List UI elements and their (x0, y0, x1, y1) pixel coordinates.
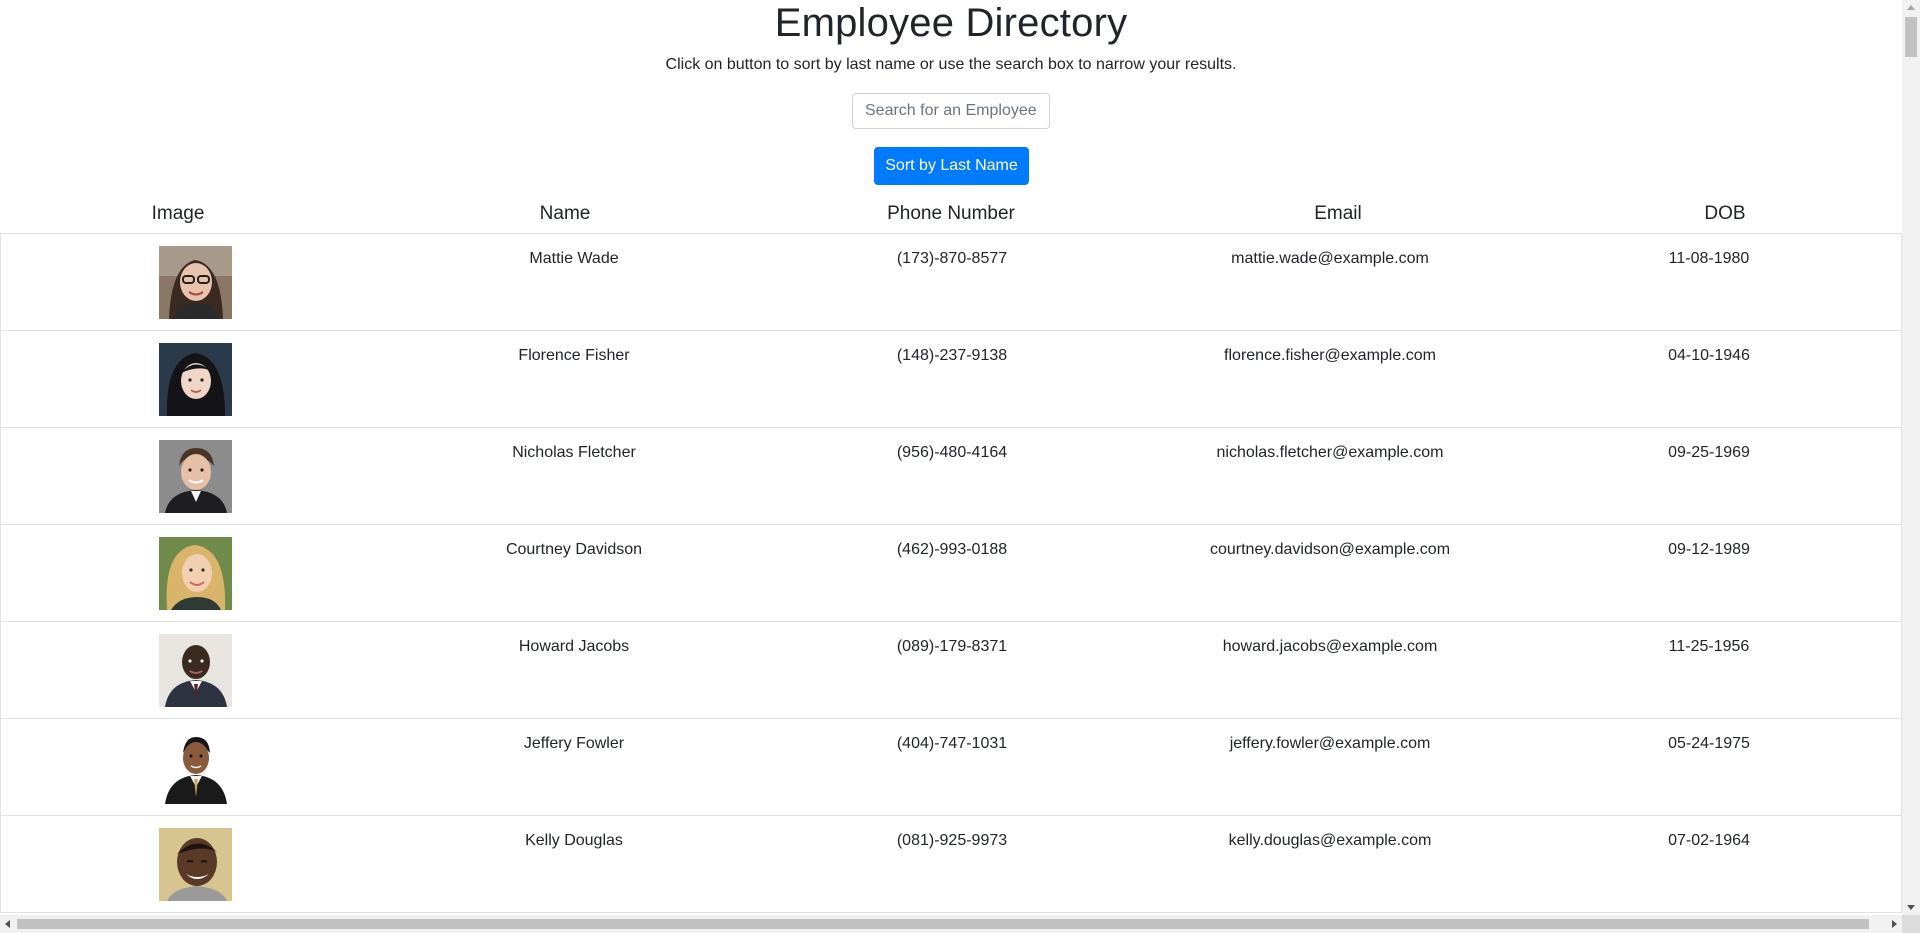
scrollbar-corner (1902, 915, 1920, 933)
horizontal-scroll-thumb[interactable] (17, 919, 1869, 929)
scroll-down-arrow-icon[interactable] (1907, 905, 1915, 910)
column-header-dob: DOB (1704, 203, 1746, 224)
avatar (159, 440, 232, 513)
employee-dob: 07-02-1964 (1668, 832, 1750, 849)
employee-email: jeffery.fowler@example.com (1229, 735, 1431, 752)
avatar (159, 634, 232, 707)
page-subtitle: Click on button to sort by last name or … (665, 56, 1237, 73)
employee-phone: (462)-993-0188 (896, 541, 1008, 558)
employee-phone: (404)-747-1031 (896, 735, 1008, 752)
avatar (159, 537, 232, 610)
employee-email: courtney.davidson@example.com (1209, 541, 1451, 558)
employee-dob: 04-10-1946 (1668, 347, 1750, 364)
avatar (159, 731, 232, 804)
horizontal-scrollbar[interactable] (0, 915, 1902, 933)
employee-name: Florence Fisher (518, 347, 630, 364)
avatar (159, 828, 232, 901)
column-header-name: Name (539, 203, 591, 224)
table-row: Kelly Douglas (081)-925-9973 kelly.dougl… (1, 816, 1901, 913)
table-row: Nicholas Fletcher (956)-480-4164 nichola… (1, 428, 1901, 525)
employee-name: Courtney Davidson (505, 541, 643, 558)
employee-phone: (089)-179-8371 (896, 638, 1008, 655)
employee-dob: 05-24-1975 (1668, 735, 1750, 752)
table-header: Image Name Phone Number Email DOB (0, 202, 1902, 232)
employee-dob: 11-25-1956 (1668, 638, 1750, 655)
table-row: Courtney Davidson (462)-993-0188 courtne… (1, 525, 1901, 622)
employee-dob: 09-25-1969 (1668, 444, 1750, 461)
page-title: Employee Directory (774, 1, 1128, 45)
column-header-image: Image (151, 203, 205, 224)
table-row: Howard Jacobs (089)-179-8371 howard.jaco… (1, 622, 1901, 719)
vertical-scroll-thumb[interactable] (1905, 17, 1917, 57)
employee-name: Mattie Wade (529, 250, 619, 267)
sort-by-last-name-button[interactable]: Sort by Last Name (874, 147, 1029, 185)
employee-table-body: Mattie Wade (173)-870-8577 mattie.wade@e… (0, 233, 1902, 913)
employee-phone: (148)-237-9138 (896, 347, 1008, 364)
employee-phone: (173)-870-8577 (896, 250, 1008, 267)
table-row: Florence Fisher (148)-237-9138 florence.… (1, 331, 1901, 428)
employee-name: Howard Jacobs (518, 638, 630, 655)
scroll-left-arrow-icon[interactable] (5, 920, 10, 928)
scroll-up-arrow-icon[interactable] (1907, 5, 1915, 10)
page-content: Employee Directory Click on button to so… (0, 0, 1902, 915)
table-row: Jeffery Fowler (404)-747-1031 jeffery.fo… (1, 719, 1901, 816)
scroll-right-arrow-icon[interactable] (1892, 920, 1897, 928)
employee-email: mattie.wade@example.com (1231, 250, 1429, 267)
employee-phone: (081)-925-9973 (896, 832, 1008, 849)
employee-name: Nicholas Fletcher (512, 444, 636, 461)
employee-email: nicholas.fletcher@example.com (1216, 444, 1444, 461)
avatar (159, 343, 232, 416)
column-header-phone: Phone Number (887, 203, 1015, 224)
browser-viewport: Employee Directory Click on button to so… (0, 0, 1920, 933)
employee-dob: 11-08-1980 (1668, 250, 1750, 267)
avatar (159, 246, 232, 319)
employee-name: Kelly Douglas (525, 832, 623, 849)
column-header-email: Email (1314, 203, 1362, 224)
vertical-scrollbar[interactable] (1902, 0, 1920, 915)
employee-phone: (956)-480-4164 (896, 444, 1008, 461)
employee-name: Jeffery Fowler (523, 735, 625, 752)
employee-email: kelly.douglas@example.com (1228, 832, 1432, 849)
employee-dob: 09-12-1989 (1668, 541, 1750, 558)
employee-email: florence.fisher@example.com (1224, 347, 1436, 364)
search-input[interactable] (852, 93, 1050, 129)
table-row: Mattie Wade (173)-870-8577 mattie.wade@e… (1, 234, 1901, 331)
employee-email: howard.jacobs@example.com (1222, 638, 1438, 655)
